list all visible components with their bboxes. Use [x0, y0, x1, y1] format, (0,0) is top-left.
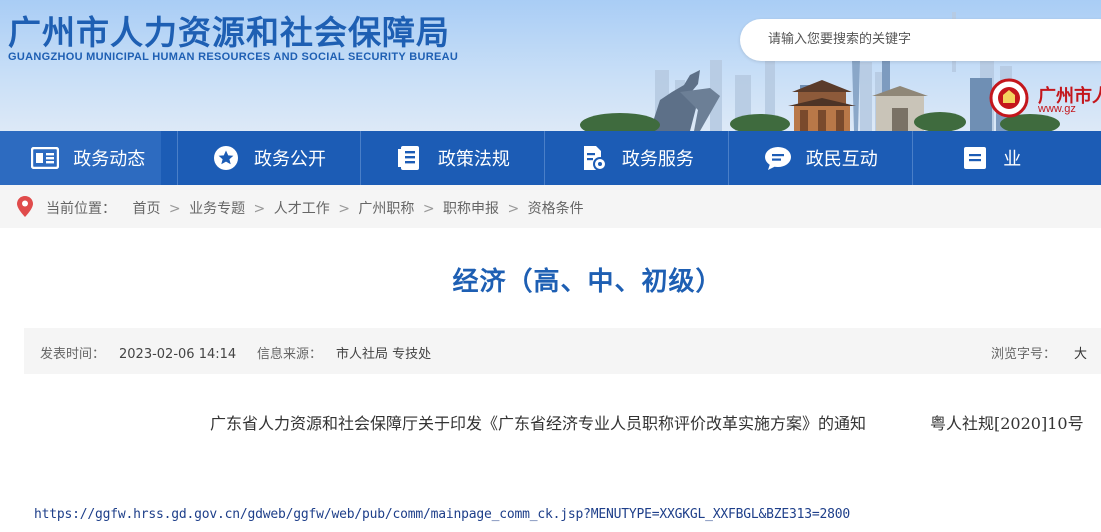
site-header: 广州市人力资源和社会保障局 GUANGZHOU MUNICIPAL HUMAN … — [0, 0, 1101, 131]
search-input[interactable] — [766, 31, 1070, 48]
nav-label: 政民互动 — [805, 149, 878, 170]
nav-item-zhengmin-hudong[interactable]: 政民互动 — [729, 131, 914, 185]
info-source: 信息来源： 市人社局 专技处 — [257, 343, 431, 362]
breadcrumb-separator: > — [338, 201, 350, 217]
font-size-label: 浏览字号： — [991, 347, 1057, 362]
document-gear-icon — [580, 144, 608, 172]
font-size-large-button[interactable]: 大 — [1074, 347, 1087, 362]
site-subtitle: GUANGZHOU MUNICIPAL HUMAN RESOURCES AND … — [8, 51, 459, 63]
notice-title: 广东省人力资源和社会保障厅关于印发《广东省经济专业人员职称评价改革实施方案》的通… — [210, 414, 867, 433]
breadcrumb-separator: > — [507, 201, 520, 217]
breadcrumb-link-rencai-gongzuo[interactable]: 人才工作 — [274, 201, 330, 217]
nav-item-yewu[interactable]: 业 — [913, 131, 1101, 185]
breadcrumb-link-zhicheng-shenbao[interactable]: 职称申报 — [443, 201, 499, 217]
site-title: 广州市人力资源和社会保障局 — [8, 13, 450, 52]
breadcrumb: 当前位置： 首页 > 业务专题 > 人才工作 > 广州职称 > 职称申报 > 资… — [0, 185, 1101, 228]
nav-item-zhengwu-gongkai[interactable]: 政务公开 — [178, 131, 362, 185]
breadcrumb-separator: > — [253, 201, 266, 217]
nav-label: 政务公开 — [253, 149, 326, 170]
publish-time-value: 2023-02-06 14:14 — [119, 347, 237, 362]
breadcrumb-link-home[interactable]: 首页 — [132, 201, 160, 217]
notice-doc-number: 粤人社规[2020]10号 — [930, 414, 1084, 433]
breadcrumb-link-yewu-zhuanti[interactable]: 业务专题 — [189, 201, 245, 217]
font-size-control: 浏览字号： 大 — [991, 343, 1087, 362]
nav-item-zhengwu-dongtai[interactable]: 政务动态 — [0, 131, 178, 185]
breadcrumb-separator: > — [422, 201, 435, 217]
nav-item-zhengwu-fuwu[interactable]: 政务服务 — [545, 131, 730, 185]
info-source-label: 信息来源： — [257, 347, 323, 362]
nav-label: 业 — [1003, 149, 1022, 170]
document-list-icon — [396, 144, 424, 172]
breadcrumb-link-zige-tiaojian[interactable]: 资格条件 — [528, 201, 584, 217]
gov-logo[interactable]: 广州市人 www.gz — [986, 78, 1101, 118]
article-title: 经济（高、中、初级） — [452, 267, 723, 297]
breadcrumb-separator: > — [168, 201, 181, 217]
nav-item-zhengce-fagui[interactable]: 政策法规 — [361, 131, 546, 185]
main-nav: 政务动态 政务公开 政策法规 政务服务 政民互动 业 — [0, 131, 1101, 185]
article-meta: 发表时间： 2023-02-06 14:14 信息来源： 市人社局 专技处 浏览字号… — [24, 328, 1101, 374]
star-circle-icon — [212, 144, 240, 172]
nav-label: 政务动态 — [73, 149, 146, 170]
search-box[interactable] — [740, 19, 1101, 61]
chat-bubble-icon — [764, 144, 792, 172]
list-icon — [961, 144, 989, 172]
breadcrumb-link-guangzhou-zhicheng[interactable]: 广州职称 — [358, 201, 414, 217]
newspaper-icon — [31, 144, 60, 172]
info-source-value: 市人社局 专技处 — [336, 347, 432, 362]
breadcrumb-trail: 当前位置： 首页 > 业务专题 > 人才工作 > 广州职称 > 职称申报 > 资… — [46, 198, 584, 218]
breadcrumb-prefix: 当前位置： — [46, 201, 116, 217]
location-pin-icon — [17, 196, 33, 217]
publish-time-label: 发表时间： — [40, 347, 106, 362]
emblem-icon — [989, 78, 1029, 118]
source-url[interactable]: https://ggfw.hrss.gd.gov.cn/gdweb/ggfw/w… — [34, 507, 850, 522]
nav-label: 政策法规 — [437, 149, 510, 170]
publish-time: 发表时间： 2023-02-06 14:14 — [40, 343, 236, 362]
gov-logo-url: www.gz — [1038, 103, 1076, 115]
nav-label: 政务服务 — [621, 149, 694, 170]
